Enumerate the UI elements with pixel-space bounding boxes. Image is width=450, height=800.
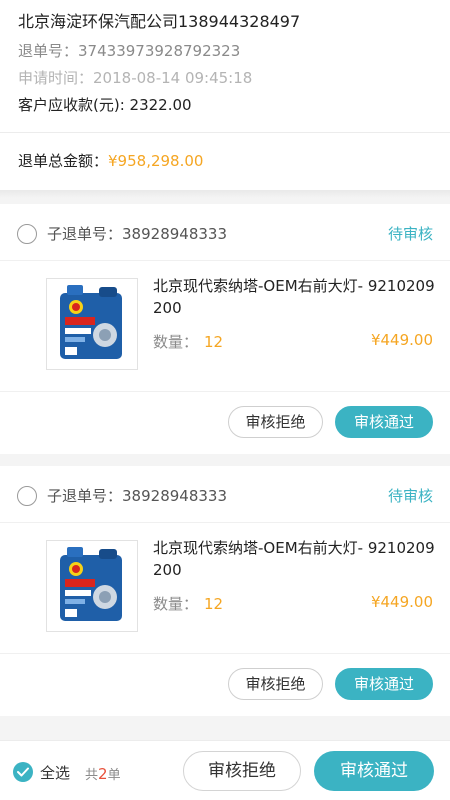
sub-return-card: 子退单号：38928948333 待审核 北京现代索纳塔-OEM右前大灯- 92… (0, 466, 450, 716)
product-image (46, 278, 138, 370)
company-name: 北京海淀环保汽配公司138944328497 (18, 12, 301, 31)
receivable-row: 客户应收款(元): 2322.00 (18, 95, 432, 115)
order-count: 共2单 (85, 764, 121, 783)
product-item[interactable]: 北京现代索纳塔-OEM右前大灯- 9210209200 数量： 12 ¥449.0… (0, 261, 450, 391)
return-number-row: 退单号：37433973928792323 (18, 41, 432, 61)
count-prefix: 共 (85, 768, 99, 783)
card-header: 子退单号：38928948333 待审核 (0, 204, 450, 260)
apply-time-label: 申请时间： (18, 69, 94, 87)
total-amount-row: 退单总金额：¥958,298.00 (18, 150, 203, 171)
oil-bottle-icon (60, 285, 122, 359)
batch-reject-button[interactable]: 审核拒绝 (183, 751, 301, 791)
select-all-label[interactable]: 全选 (40, 762, 70, 783)
product-item[interactable]: 北京现代索纳塔-OEM右前大灯- 9210209200 数量： 12 ¥449.0… (0, 523, 450, 653)
quantity: 数量： 12 (153, 331, 223, 352)
oil-bottle-icon (60, 547, 122, 621)
reject-button[interactable]: 审核拒绝 (228, 406, 323, 438)
quantity: 数量： 12 (153, 593, 223, 614)
card-header: 子退单号：38928948333 待审核 (0, 466, 450, 522)
header-divider (0, 132, 450, 133)
product-price: ¥449.00 (370, 593, 433, 611)
return-number-value: 37433973928792323 (78, 42, 241, 60)
approve-button[interactable]: 审核通过 (335, 668, 433, 700)
receivable-label: 客户应收款(元): (18, 96, 125, 114)
receivable-value: 2322.00 (129, 96, 192, 114)
quantity-label: 数量： (153, 595, 199, 613)
sub-return-card: 子退单号：38928948333 待审核 北京现代索纳塔-OEM右前大灯- 92… (0, 204, 450, 454)
product-name: 北京现代索纳塔-OEM右前大灯- 9210209200 (153, 277, 435, 317)
return-number-label: 退单号： (18, 42, 79, 60)
sub-return-value: 38928948333 (122, 225, 227, 243)
radio-unchecked-icon[interactable] (17, 486, 37, 506)
sub-return-number: 子退单号：38928948333 (47, 485, 227, 506)
status-badge: 待审核 (387, 225, 433, 243)
product-name: 北京现代索纳塔-OEM右前大灯- 9210209200 (153, 539, 435, 579)
card-actions: 审核拒绝 审核通过 (0, 391, 450, 454)
count-suffix: 单 (107, 768, 121, 783)
apply-time-value: 2018-08-14 09:45:18 (93, 69, 253, 87)
card-actions: 审核拒绝 审核通过 (0, 653, 450, 716)
total-amount-value: ¥958,298.00 (108, 152, 204, 170)
apply-time-row: 申请时间：2018-08-14 09:45:18 (18, 68, 432, 88)
sub-return-label: 子退单号： (47, 487, 123, 505)
order-header: 北京海淀环保汽配公司138944328497 退单号：3743397392879… (0, 0, 450, 190)
quantity-value: 12 (204, 333, 224, 351)
quantity-label: 数量： (153, 333, 199, 351)
check-glyph-icon (17, 767, 29, 777)
count-value: 2 (98, 765, 108, 783)
bottom-action-bar: 全选 共2单 审核拒绝 审核通过 (0, 740, 450, 800)
product-price: ¥449.00 (370, 331, 433, 349)
product-image (46, 540, 138, 632)
reject-button[interactable]: 审核拒绝 (228, 668, 323, 700)
status-badge: 待审核 (387, 487, 433, 505)
total-amount-label: 退单总金额： (18, 152, 109, 170)
checkmark-icon[interactable] (13, 762, 33, 782)
approve-button[interactable]: 审核通过 (335, 406, 433, 438)
quantity-value: 12 (204, 595, 224, 613)
sub-return-value: 38928948333 (122, 487, 227, 505)
radio-unchecked-icon[interactable] (17, 224, 37, 244)
sub-return-label: 子退单号： (47, 225, 123, 243)
batch-approve-button[interactable]: 审核通过 (314, 751, 434, 791)
sub-return-number: 子退单号：38928948333 (47, 223, 227, 244)
header-shadow (0, 190, 450, 198)
